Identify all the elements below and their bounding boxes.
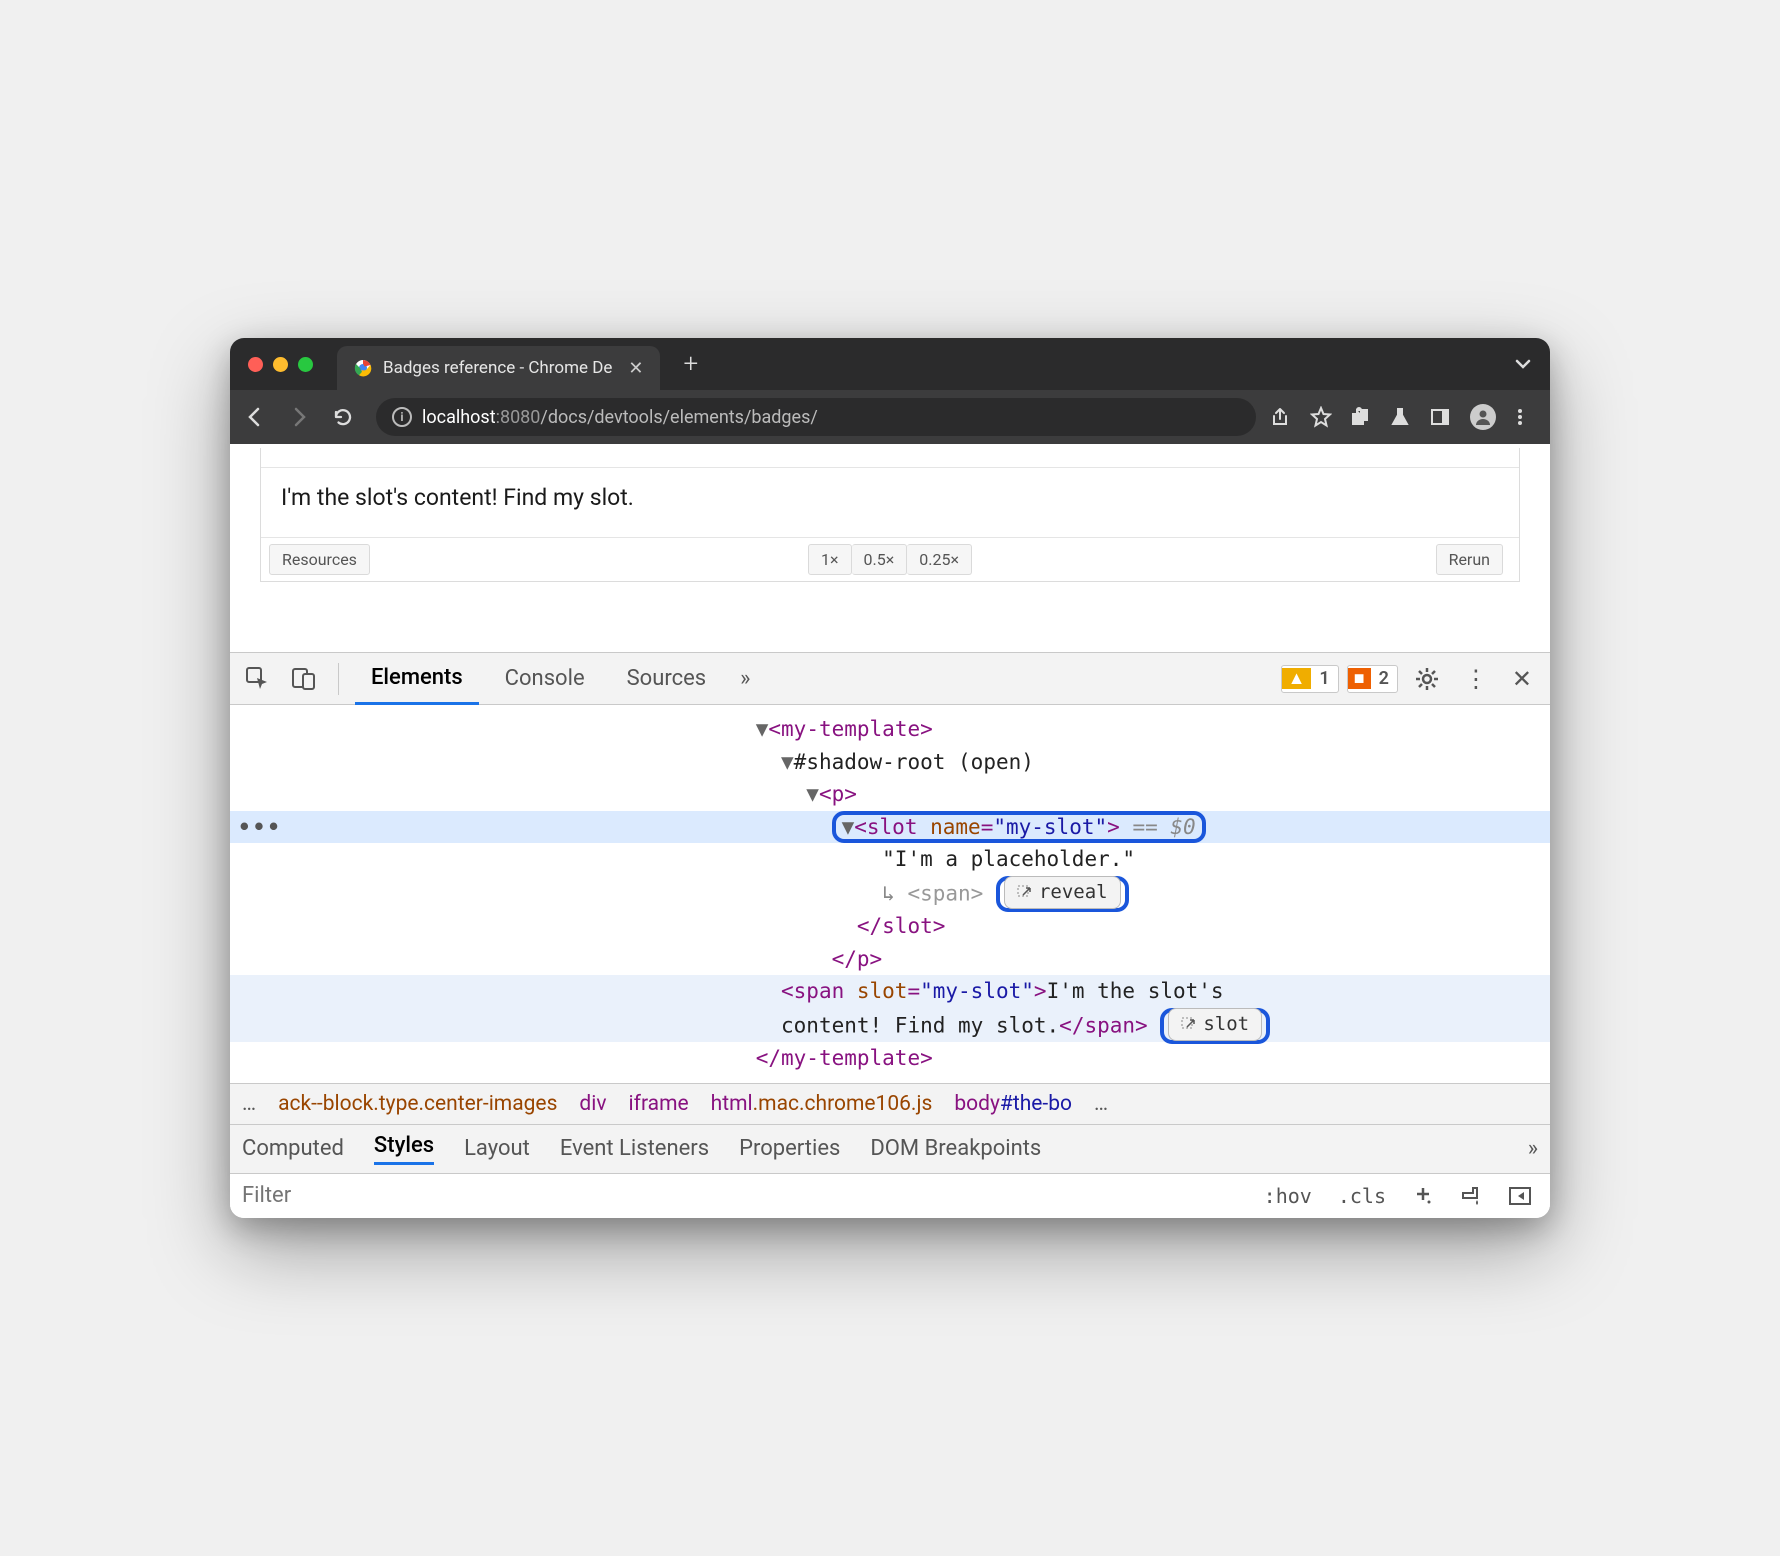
maximize-window-button[interactable] xyxy=(298,357,313,372)
back-button[interactable] xyxy=(244,406,274,428)
tab-console[interactable]: Console xyxy=(489,654,601,703)
sidepanel-icon[interactable] xyxy=(1430,407,1456,427)
errors-badge[interactable]: ■2 xyxy=(1347,665,1398,693)
urlbar: i localhost:8080/docs/devtools/elements/… xyxy=(230,390,1550,444)
tab-sources[interactable]: Sources xyxy=(611,654,723,703)
reveal-badge[interactable]: reveal xyxy=(1004,876,1121,909)
error-icon: ■ xyxy=(1348,668,1371,689)
traffic-lights xyxy=(248,357,313,372)
selected-dom-row[interactable]: ••• ▼<slot name="my-slot"> == $0 xyxy=(230,811,1550,844)
toggle-sidebar-icon[interactable] xyxy=(1502,1182,1538,1210)
subtab-dom-breakpoints[interactable]: DOM Breakpoints xyxy=(870,1136,1041,1161)
subtab-styles[interactable]: Styles xyxy=(374,1133,434,1165)
bookmark-star-icon[interactable] xyxy=(1310,406,1336,428)
forward-button[interactable] xyxy=(288,406,318,428)
settings-gear-icon[interactable] xyxy=(1406,666,1448,692)
resources-button[interactable]: Resources xyxy=(269,544,370,575)
close-window-button[interactable] xyxy=(248,357,263,372)
url-port: :8080 xyxy=(496,407,541,428)
rerun-button[interactable]: Rerun xyxy=(1436,544,1503,575)
devtools-panel: Elements Console Sources » ▲1 ■2 ⋮ ✕ ▼<m… xyxy=(230,652,1550,1217)
url-path: /docs/devtools/elements/badges/ xyxy=(540,407,817,428)
page-viewport: I'm the slot's content! Find my slot. Re… xyxy=(230,444,1550,652)
labs-flask-icon[interactable] xyxy=(1390,407,1416,427)
titlebar: Badges reference - Chrome De ✕ + xyxy=(230,338,1550,390)
tab-elements[interactable]: Elements xyxy=(355,653,479,705)
hov-button[interactable]: :hov xyxy=(1258,1182,1318,1210)
demo-text: I'm the slot's content! Find my slot. xyxy=(261,468,1519,537)
cls-button[interactable]: .cls xyxy=(1332,1182,1392,1210)
browser-menu-icon[interactable] xyxy=(1510,407,1536,427)
minimize-window-button[interactable] xyxy=(273,357,288,372)
scale-025x-button[interactable]: 0.25× xyxy=(907,544,972,575)
styles-filter-bar: :hov .cls xyxy=(230,1174,1550,1218)
subtab-event-listeners[interactable]: Event Listeners xyxy=(560,1136,709,1161)
subtab-computed[interactable]: Computed xyxy=(242,1136,344,1161)
reload-button[interactable] xyxy=(332,406,362,428)
extensions-icon[interactable] xyxy=(1350,407,1376,427)
more-tabs-icon[interactable]: » xyxy=(732,666,758,691)
tab-close-icon[interactable]: ✕ xyxy=(628,358,643,379)
dom-breadcrumb[interactable]: … ack--block.type.center-images div ifra… xyxy=(230,1083,1550,1125)
devtools-toolbar: Elements Console Sources » ▲1 ■2 ⋮ ✕ xyxy=(230,653,1550,705)
paint-bucket-icon[interactable] xyxy=(1454,1183,1488,1209)
tab-title: Badges reference - Chrome De xyxy=(383,358,612,378)
url-host: localhost xyxy=(422,407,496,428)
address-bar[interactable]: i localhost:8080/docs/devtools/elements/… xyxy=(376,398,1256,436)
subtab-properties[interactable]: Properties xyxy=(739,1136,840,1161)
devtools-close-icon[interactable]: ✕ xyxy=(1504,665,1540,693)
row-more-icon[interactable]: ••• xyxy=(238,811,282,844)
tabs-dropdown-icon[interactable] xyxy=(1514,355,1532,373)
inspect-element-icon[interactable] xyxy=(240,661,276,697)
scale-1x-button[interactable]: 1× xyxy=(808,544,852,575)
dom-row-span[interactable]: <span slot="my-slot">I'm the slot's xyxy=(230,975,1550,1008)
device-toggle-icon[interactable] xyxy=(286,661,322,697)
dom-tree[interactable]: ▼<my-template> ▼#shadow-root (open) ▼<p>… xyxy=(230,705,1550,1082)
site-info-icon[interactable]: i xyxy=(392,407,412,427)
styles-subtabs: Computed Styles Layout Event Listeners P… xyxy=(230,1125,1550,1174)
profile-avatar[interactable] xyxy=(1470,404,1496,430)
slot-badge[interactable]: slot xyxy=(1168,1008,1262,1041)
warnings-badge[interactable]: ▲1 xyxy=(1281,665,1339,693)
scale-group: 1× 0.5× 0.25× xyxy=(808,544,972,575)
browser-window: Badges reference - Chrome De ✕ + i local… xyxy=(230,338,1550,1217)
more-subtabs-icon[interactable]: » xyxy=(1528,1136,1538,1161)
browser-tab[interactable]: Badges reference - Chrome De ✕ xyxy=(337,346,660,390)
scale-05x-button[interactable]: 0.5× xyxy=(852,544,908,575)
styles-filter-input[interactable] xyxy=(242,1183,1244,1208)
share-icon[interactable] xyxy=(1270,407,1296,427)
chrome-favicon-icon xyxy=(353,358,373,378)
new-tab-button[interactable]: + xyxy=(684,349,699,379)
devtools-menu-icon[interactable]: ⋮ xyxy=(1456,665,1496,693)
warning-icon: ▲ xyxy=(1282,668,1312,689)
demo-panel: I'm the slot's content! Find my slot. Re… xyxy=(260,448,1520,582)
subtab-layout[interactable]: Layout xyxy=(464,1136,530,1161)
new-style-rule-icon[interactable] xyxy=(1406,1183,1440,1209)
